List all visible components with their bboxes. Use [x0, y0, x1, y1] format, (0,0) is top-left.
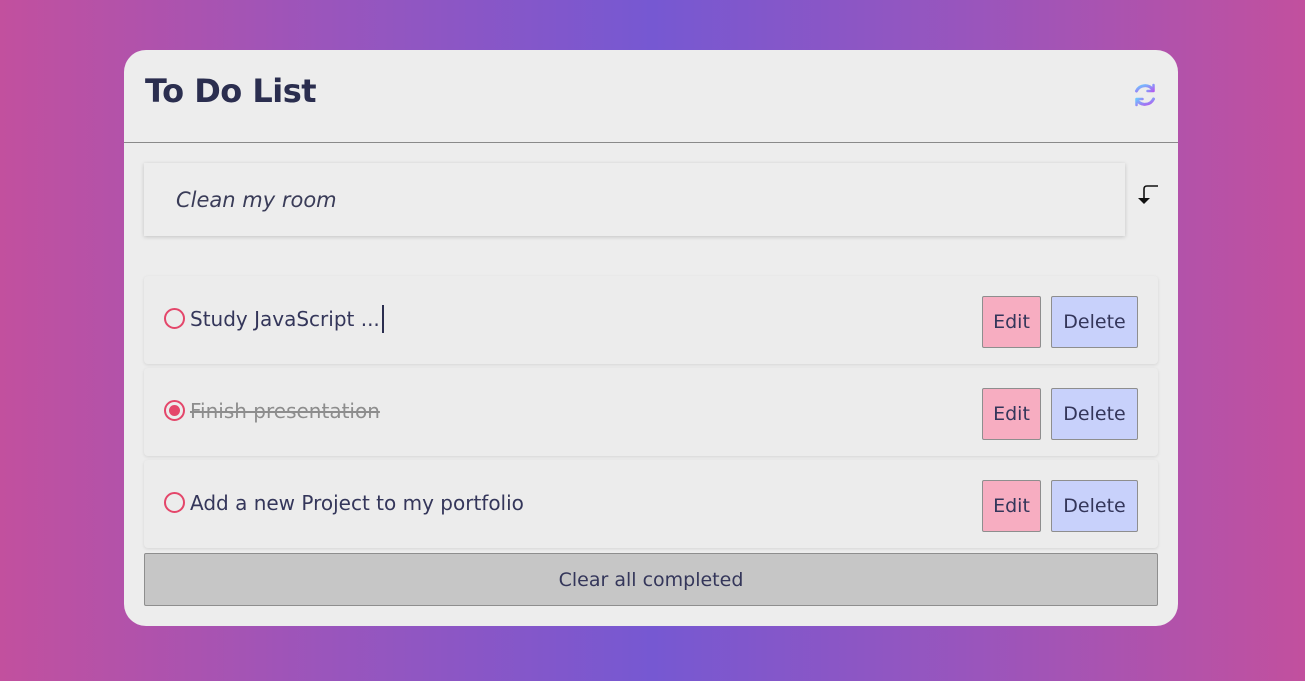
new-task-input[interactable] — [144, 163, 1125, 236]
new-task-field-wrapper — [144, 163, 1125, 236]
enter-icon[interactable] — [1134, 184, 1160, 208]
edit-button[interactable]: Edit — [982, 480, 1041, 532]
delete-button[interactable]: Delete — [1051, 480, 1138, 532]
clear-completed-button[interactable]: Clear all completed — [144, 553, 1158, 606]
edit-button[interactable]: Edit — [982, 388, 1041, 440]
task-item: Study JavaScript ... Edit Delete — [144, 276, 1158, 364]
task-text[interactable]: Add a new Project to my portfolio — [190, 491, 524, 515]
task-label: Study JavaScript ... — [190, 307, 380, 331]
delete-button[interactable]: Delete — [1051, 296, 1138, 348]
refresh-icon[interactable] — [1132, 82, 1158, 108]
task-complete-radio[interactable] — [164, 492, 185, 513]
task-item: Finish presentation Edit Delete — [144, 368, 1158, 456]
task-complete-radio[interactable] — [164, 400, 185, 421]
text-cursor — [381, 304, 384, 333]
todo-card: To Do List Study JavaScript ... Edit Del… — [124, 50, 1178, 626]
page-title: To Do List — [145, 72, 317, 110]
task-text[interactable]: Finish presentation — [190, 399, 380, 423]
card-header: To Do List — [124, 50, 1178, 143]
edit-button[interactable]: Edit — [982, 296, 1041, 348]
delete-button[interactable]: Delete — [1051, 388, 1138, 440]
task-item: Add a new Project to my portfolio Edit D… — [144, 460, 1158, 548]
task-text[interactable]: Study JavaScript ... — [190, 304, 384, 333]
task-complete-radio[interactable] — [164, 308, 185, 329]
